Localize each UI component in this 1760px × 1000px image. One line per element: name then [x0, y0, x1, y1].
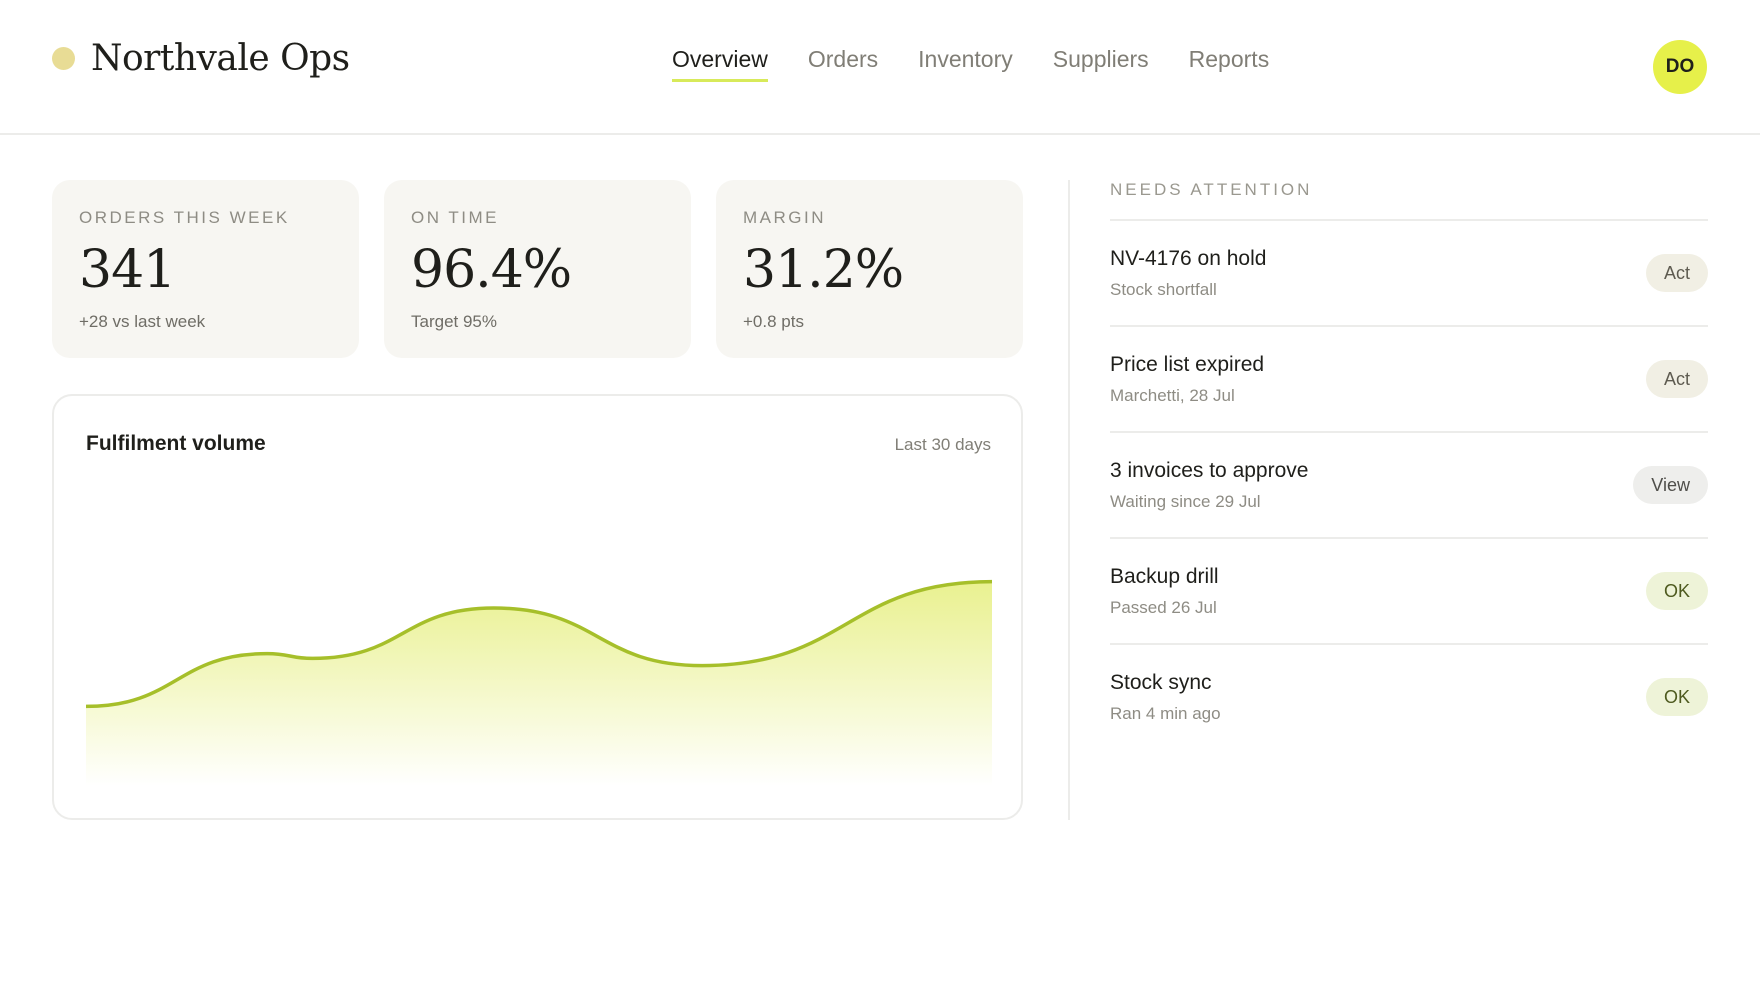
attention-item-title: Price list expired	[1110, 353, 1265, 376]
attention-item-subtitle: Stock shortfall	[1110, 280, 1217, 299]
attention-item: Price list expired Marchetti, 28 Jul Act	[1110, 327, 1708, 433]
attention-item-subtitle: Ran 4 min ago	[1110, 704, 1221, 723]
kpi-note: Target 95%	[411, 312, 497, 331]
attention-item: 3 invoices to approve Waiting since 29 J…	[1110, 433, 1708, 539]
kpi-note: +0.8 pts	[743, 312, 804, 331]
fulfilment-chart-card: Fulfilment volume Last 30 days	[52, 394, 1023, 820]
brand[interactable]: Northvale Ops	[52, 38, 350, 79]
kpi-label: MARGIN	[743, 208, 826, 227]
attention-item-subtitle: Waiting since 29 Jul	[1110, 492, 1261, 511]
chart-range-label[interactable]: Last 30 days	[895, 435, 991, 455]
kpi-value: 96.4%	[411, 240, 572, 300]
fulfilment-area-chart	[86, 579, 992, 786]
kpi-label: ORDERS THIS WEEK	[79, 208, 290, 227]
attention-item-subtitle: Passed 26 Jul	[1110, 598, 1217, 617]
tab-reports[interactable]: Reports	[1189, 46, 1270, 82]
view-button[interactable]: View	[1633, 466, 1708, 504]
attention-item: Backup drill Passed 26 Jul OK	[1110, 539, 1708, 645]
tab-orders[interactable]: Orders	[808, 46, 878, 82]
kpi-value: 341	[79, 240, 176, 300]
kpi-note: +28 vs last week	[79, 312, 206, 331]
attention-item-title: NV-4176 on hold	[1110, 247, 1267, 270]
tab-overview[interactable]: Overview	[672, 46, 768, 82]
kpi-card-on-time: ON TIME 96.4% Target 95%	[384, 180, 691, 358]
ok-status-button[interactable]: OK	[1645, 572, 1708, 610]
brand-name: Northvale Ops	[91, 38, 350, 79]
kpi-card-orders: ORDERS THIS WEEK 341 +28 vs last week	[52, 180, 359, 358]
chart-title: Fulfilment volume	[86, 432, 266, 455]
ok-status-button[interactable]: OK	[1645, 678, 1708, 716]
attention-item-title: Stock sync	[1110, 671, 1212, 694]
brand-dot-icon	[52, 47, 75, 70]
tab-inventory[interactable]: Inventory	[918, 46, 1013, 82]
kpi-label: ON TIME	[411, 208, 500, 227]
attention-item-title: 3 invoices to approve	[1110, 459, 1309, 482]
kpi-value: 31.2%	[743, 240, 904, 300]
attention-item-title: Backup drill	[1110, 565, 1219, 588]
main-nav: Overview Orders Inventory Suppliers Repo…	[672, 46, 1309, 82]
attention-heading: NEEDS ATTENTION	[1110, 180, 1708, 221]
kpi-card-margin: MARGIN 31.2% +0.8 pts	[716, 180, 1023, 358]
panel-divider	[1068, 180, 1070, 820]
top-header: Northvale Ops Overview Orders Inventory …	[0, 0, 1760, 135]
attention-item: NV-4176 on hold Stock shortfall Act	[1110, 221, 1708, 327]
attention-item: Stock sync Ran 4 min ago OK	[1110, 645, 1708, 751]
act-button[interactable]: Act	[1645, 254, 1708, 292]
needs-attention-panel: NEEDS ATTENTION NV-4176 on hold Stock sh…	[1110, 180, 1708, 751]
tab-suppliers[interactable]: Suppliers	[1053, 46, 1149, 82]
attention-item-subtitle: Marchetti, 28 Jul	[1110, 386, 1235, 405]
act-button[interactable]: Act	[1645, 360, 1708, 398]
user-avatar[interactable]: DO	[1653, 40, 1707, 94]
